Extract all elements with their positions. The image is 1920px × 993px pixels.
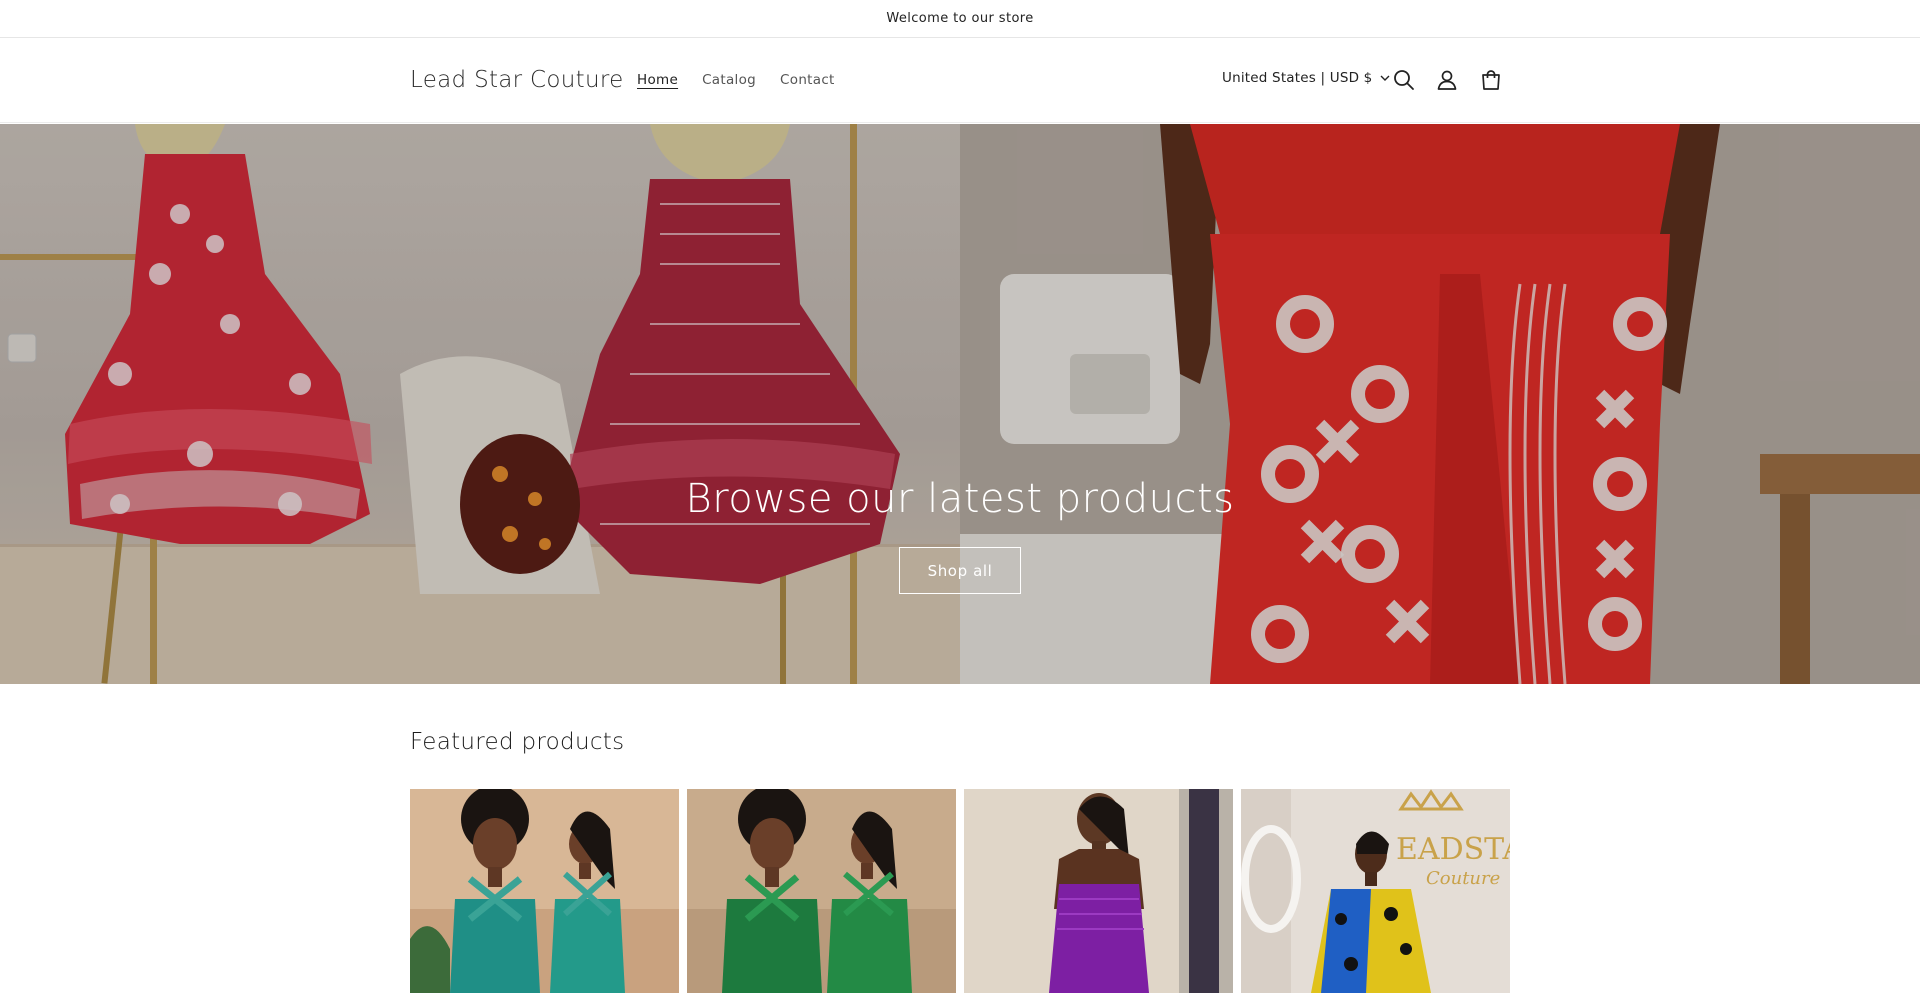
site-header: Lead Star Couture Home Catalog Contact U… (0, 39, 1920, 123)
store-logo[interactable]: Lead Star Couture (410, 67, 624, 93)
product-card-4[interactable]: EADSTAR Couture (1241, 789, 1510, 993)
product-image: EADSTAR Couture (1241, 789, 1510, 993)
hero-title: Browse our latest products (685, 476, 1235, 522)
nav-catalog[interactable]: Catalog (702, 72, 756, 88)
hero-banner: Browse our latest products Shop all (0, 124, 1920, 684)
shop-all-button[interactable]: Shop all (899, 547, 1021, 594)
locale-label: United States | USD $ (1222, 70, 1373, 86)
announcement-text: Welcome to our store (886, 11, 1034, 26)
cart-icon[interactable] (1478, 67, 1504, 93)
product-card-3[interactable] (964, 789, 1233, 993)
nav-home[interactable]: Home (637, 72, 678, 88)
chevron-down-icon (1380, 70, 1390, 86)
account-icon[interactable] (1434, 67, 1460, 93)
featured-products-heading: Featured products (410, 729, 625, 755)
product-card-1[interactable] (410, 789, 679, 993)
country-currency-selector[interactable]: United States | USD $ (1222, 70, 1390, 86)
search-icon[interactable] (1391, 67, 1417, 93)
product-image (964, 789, 1233, 993)
product-card-2[interactable] (687, 789, 956, 993)
product-image (410, 789, 679, 993)
main-nav: Home Catalog Contact (637, 72, 835, 88)
svg-text:Couture: Couture (1426, 868, 1500, 889)
announcement-bar: Welcome to our store (0, 0, 1920, 38)
product-image (687, 789, 956, 993)
nav-contact[interactable]: Contact (780, 72, 835, 88)
svg-text:EADSTAR: EADSTAR (1396, 832, 1510, 867)
